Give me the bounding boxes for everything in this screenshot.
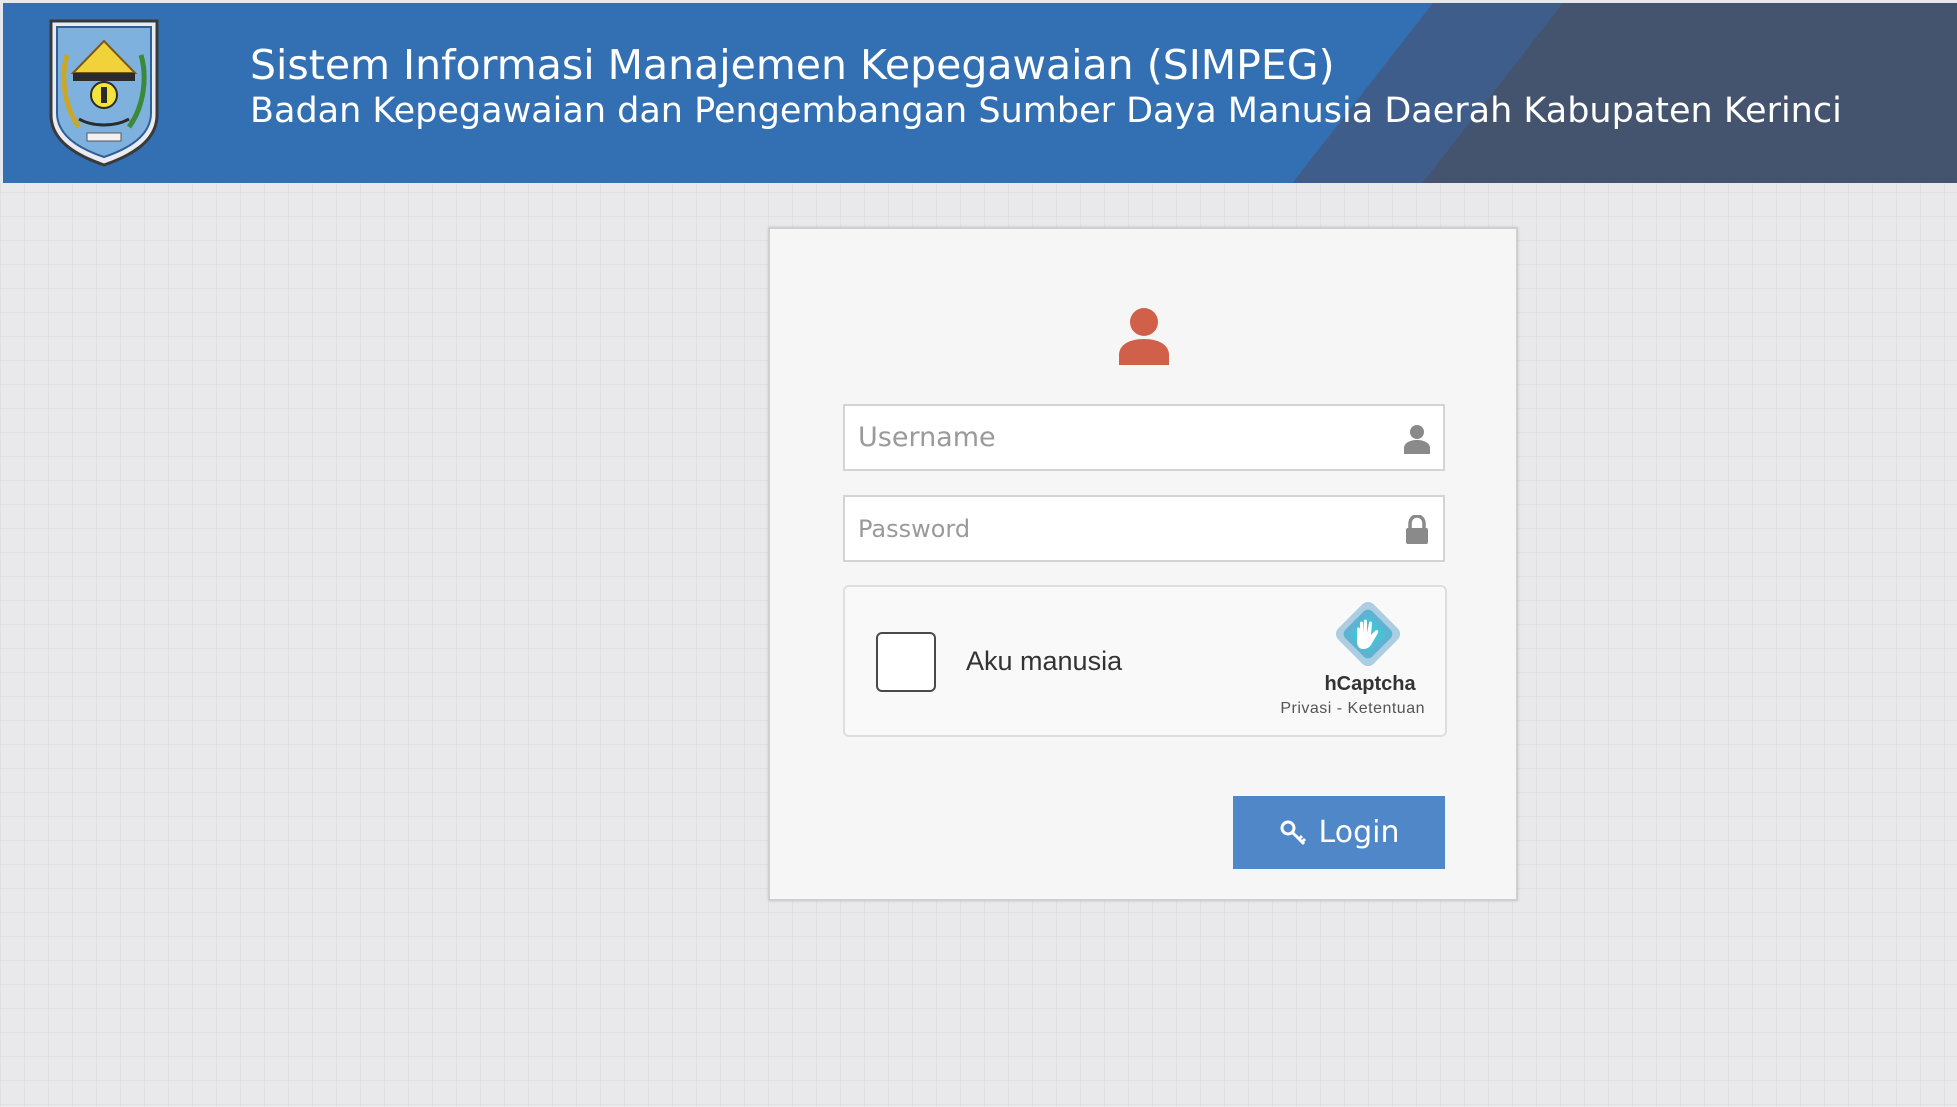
terms-link[interactable]: Ketentuan xyxy=(1348,700,1425,717)
user-icon xyxy=(1404,425,1430,454)
hcaptcha-logo-icon xyxy=(1335,601,1401,667)
password-field xyxy=(843,495,1445,562)
links-separator: - xyxy=(1331,700,1348,717)
login-button-label: Login xyxy=(1318,815,1400,850)
lock-icon xyxy=(1406,515,1428,544)
header-titles: Sistem Informasi Manajemen Kepegawaian (… xyxy=(250,39,1842,131)
login-button[interactable]: Login xyxy=(1233,796,1445,869)
login-card: Aku manusia hCaptcha Privasi - Ketentuan… xyxy=(768,227,1518,901)
hcaptcha-widget: Aku manusia hCaptcha Privasi - Ketentuan xyxy=(843,585,1447,737)
hcaptcha-brand: hCaptcha xyxy=(1324,673,1416,695)
username-field xyxy=(843,404,1445,471)
regency-emblem-logo xyxy=(49,19,159,167)
username-input[interactable] xyxy=(845,406,1443,469)
app-title: Sistem Informasi Manajemen Kepegawaian (… xyxy=(250,41,1335,89)
captcha-checkbox[interactable] xyxy=(876,632,936,692)
user-icon xyxy=(1119,308,1169,365)
password-input[interactable] xyxy=(845,497,1443,560)
key-icon xyxy=(1280,820,1306,845)
privacy-link[interactable]: Privasi xyxy=(1280,700,1332,717)
site-header: Sistem Informasi Manajemen Kepegawaian (… xyxy=(0,0,1957,183)
agency-subtitle: Badan Kepegawaian dan Pengembangan Sumbe… xyxy=(250,91,1842,131)
captcha-label: Aku manusia xyxy=(966,646,1123,676)
hcaptcha-links: Privasi - Ketentuan xyxy=(1280,700,1425,718)
